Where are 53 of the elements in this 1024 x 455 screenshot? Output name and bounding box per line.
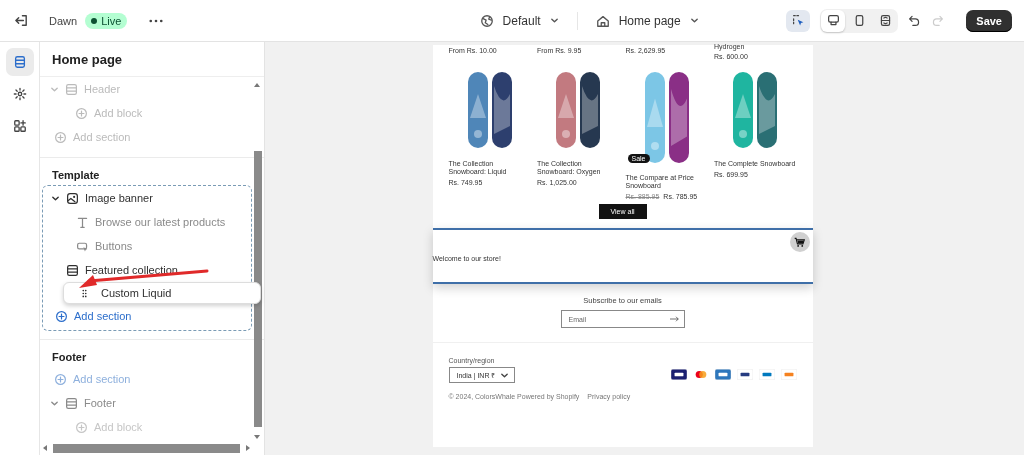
image-icon — [66, 191, 79, 205]
cart-button[interactable] — [789, 232, 810, 253]
drag-handle-icon — [82, 288, 87, 298]
group-heading: Template — [51, 168, 101, 183]
section-icon — [66, 263, 79, 277]
add-icon — [54, 130, 67, 144]
payment-card-icon — [736, 369, 753, 381]
sections-icon — [12, 55, 27, 69]
desktop-icon — [826, 14, 840, 27]
payment-card-icon — [780, 369, 797, 381]
section-icon — [65, 82, 78, 96]
scrollbar[interactable] — [254, 151, 262, 427]
payment-card-icon — [758, 369, 775, 381]
section-item[interactable]: Featured collection — [51, 258, 251, 282]
fullscreen-icon — [878, 14, 892, 27]
add-icon — [54, 372, 67, 386]
scroll-down-icon[interactable] — [254, 435, 260, 439]
cursor-icon — [791, 14, 805, 27]
add-icon — [55, 309, 68, 323]
group-heading: Footer — [51, 350, 88, 365]
more-icon[interactable] — [149, 18, 164, 23]
apps-icon — [12, 119, 27, 133]
add-section-button[interactable]: Add section — [51, 304, 132, 328]
globe-icon — [479, 13, 494, 28]
scroll-up-icon[interactable] — [254, 83, 260, 87]
chevron-down-icon — [689, 16, 699, 25]
undo-icon[interactable] — [908, 14, 922, 27]
scrollbar[interactable] — [53, 443, 240, 453]
dragged-section[interactable]: Custom Liquid — [63, 282, 261, 304]
cart-icon — [794, 236, 805, 248]
payment-card-icon — [670, 369, 687, 381]
text-icon — [76, 215, 89, 229]
status-badge: Live — [85, 12, 128, 29]
exit-icon[interactable] — [14, 13, 29, 28]
template-dropdown[interactable]: Default — [477, 9, 561, 32]
home-icon — [595, 13, 610, 28]
add-icon — [75, 420, 88, 434]
device-button[interactable] — [821, 9, 846, 32]
add-icon — [75, 106, 88, 120]
sidebar-tab[interactable] — [5, 48, 34, 76]
scroll-left-icon[interactable] — [43, 445, 47, 451]
chevron-down-icon — [549, 16, 559, 25]
panel-title: Home page — [40, 42, 264, 77]
theme-name: Dawn — [49, 14, 78, 27]
inspector-button[interactable] — [786, 9, 811, 32]
section-item[interactable]: Image banner — [51, 186, 251, 210]
payment-card-icon — [714, 369, 731, 381]
scroll-right-icon[interactable] — [246, 445, 250, 451]
section-icon — [65, 396, 78, 410]
page-dropdown[interactable]: Home page — [593, 9, 701, 32]
settings-icon — [12, 87, 27, 101]
save-button[interactable]: Save — [966, 9, 1012, 32]
arrow-right-icon[interactable] — [669, 316, 679, 323]
